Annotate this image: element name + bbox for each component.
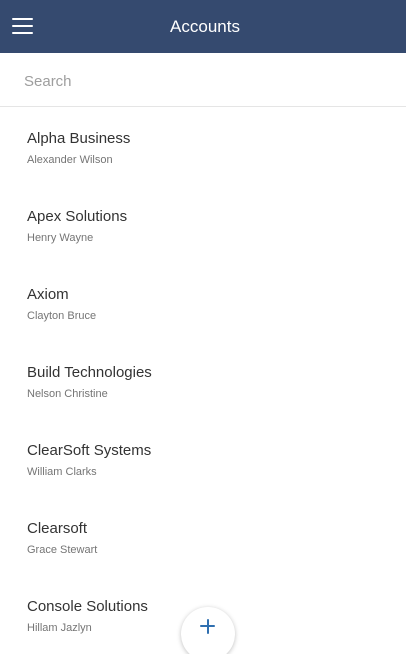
search-input[interactable]: [24, 69, 384, 93]
account-contact: William Clarks: [27, 466, 97, 478]
list-item[interactable]: ClearSoft Systems William Clarks: [0, 420, 406, 498]
account-contact: Grace Stewart: [27, 544, 98, 556]
add-account-button[interactable]: [181, 607, 235, 654]
search-bar: [0, 53, 406, 107]
accounts-screen: Accounts Alpha Business Alexander Wilson…: [0, 0, 406, 654]
account-name: Axiom: [27, 286, 69, 303]
account-name: Alpha Business: [27, 130, 131, 147]
page-title: Accounts: [170, 17, 240, 36]
list-item[interactable]: Build Technologies Nelson Christine: [0, 342, 406, 420]
account-name: ClearSoft Systems: [27, 442, 152, 459]
account-contact: Henry Wayne: [27, 232, 94, 244]
account-contact: Hillam Jazlyn: [27, 622, 92, 634]
account-name: Build Technologies: [27, 364, 152, 381]
account-name: Console Solutions: [27, 598, 148, 615]
account-contact: Clayton Bruce: [27, 310, 97, 322]
accounts-list: Alpha Business Alexander Wilson Apex Sol…: [0, 108, 406, 654]
account-name: Apex Solutions: [27, 208, 128, 225]
list-item[interactable]: Clearsoft Grace Stewart: [0, 498, 406, 576]
account-contact: Nelson Christine: [27, 388, 108, 400]
app-header: Accounts: [0, 0, 406, 53]
account-name: Clearsoft: [27, 520, 88, 537]
list-item[interactable]: Axiom Clayton Bruce: [0, 264, 406, 342]
account-contact: Alexander Wilson: [27, 154, 113, 166]
list-item[interactable]: Alpha Business Alexander Wilson: [0, 108, 406, 186]
list-item[interactable]: Apex Solutions Henry Wayne: [0, 186, 406, 264]
